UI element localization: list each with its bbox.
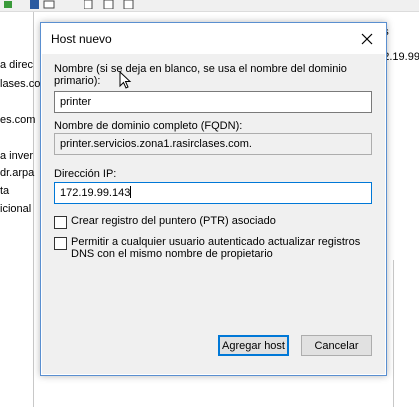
new-host-dialog: Host nuevo Nombre (si se deja en blanco,…	[40, 22, 387, 376]
tree-item[interactable]: es.com	[0, 114, 35, 127]
dialog-body: Nombre (si se deja en blanco, se usa el …	[42, 54, 385, 374]
background-toolbar	[0, 0, 419, 12]
add-host-button[interactable]: Agregar host	[218, 335, 289, 356]
tree-item[interactable]: a direc	[0, 59, 33, 72]
toolbar-icons	[4, 0, 55, 9]
ptr-checkbox-row[interactable]: Crear registro del puntero (PTR) asociad…	[54, 215, 371, 229]
auth-update-checkbox[interactable]	[54, 237, 67, 250]
ip-label: Dirección IP:	[54, 168, 117, 180]
tree-item[interactable]: ta	[0, 185, 9, 198]
dialog-title: Host nuevo	[51, 32, 112, 46]
ip-address-input[interactable]: 172.19.99.143	[54, 182, 372, 204]
toolbar-view-icons	[84, 0, 134, 9]
ptr-checkbox[interactable]	[54, 216, 67, 229]
pane-divider	[393, 260, 394, 407]
tree-item[interactable]: lases.co	[0, 78, 40, 91]
fqdn-label: Nombre de dominio completo (FQDN):	[54, 120, 243, 132]
text-caret	[130, 186, 132, 198]
tree-item[interactable]: a inver	[0, 150, 33, 163]
background-tree-pane: a direc lases.co es.com a inver dr.arpa …	[0, 12, 40, 407]
auth-update-checkbox-row[interactable]: Permitir a cualquier usuario autenticado…	[54, 236, 371, 260]
name-input[interactable]: printer	[54, 91, 372, 113]
tree-item[interactable]: dr.arpa	[0, 167, 34, 180]
tree-item[interactable]: icional	[0, 203, 31, 216]
auth-update-checkbox-label: Permitir a cualquier usuario autenticado…	[71, 236, 361, 260]
cancel-button[interactable]: Cancelar	[301, 335, 372, 356]
mouse-cursor-icon	[119, 71, 132, 89]
name-label: Nombre (si se deja en blanco, se usa el …	[54, 63, 347, 87]
ip-address-value: 172.19.99.143	[60, 187, 131, 199]
close-button[interactable]	[355, 28, 379, 50]
fqdn-field: printer.servicios.zona1.rasirclases.com.	[54, 133, 372, 155]
dialog-titlebar[interactable]: Host nuevo	[41, 23, 386, 54]
close-icon	[361, 33, 373, 45]
ptr-checkbox-label: Crear registro del puntero (PTR) asociad…	[71, 215, 276, 227]
